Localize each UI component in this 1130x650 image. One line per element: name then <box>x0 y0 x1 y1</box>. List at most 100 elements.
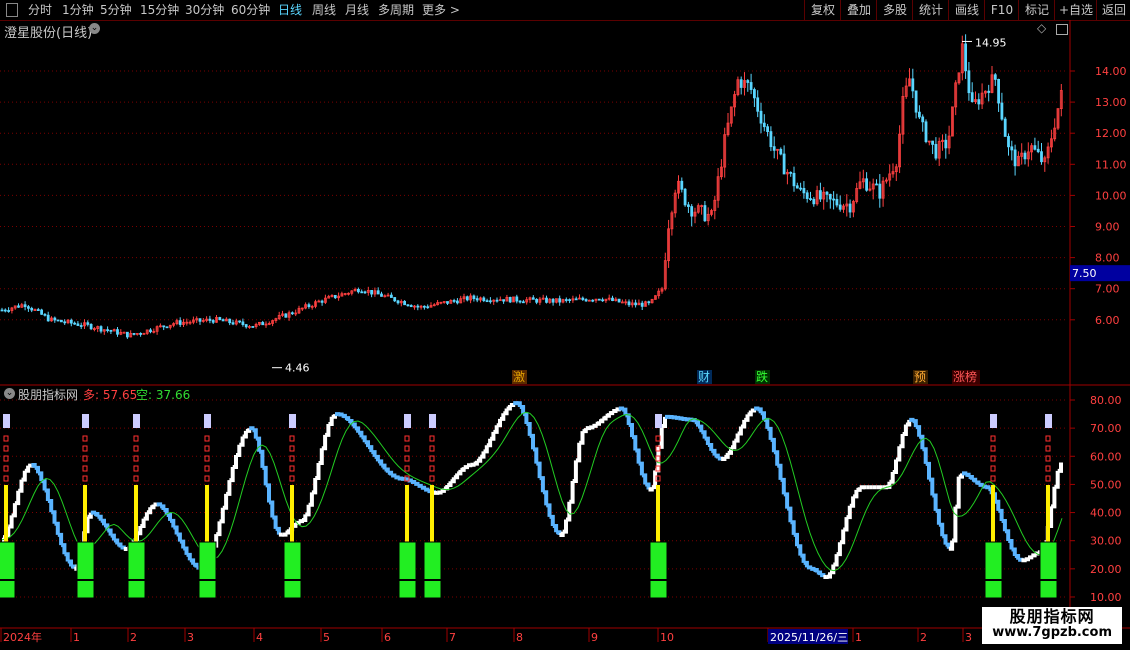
oscillator-step <box>490 431 496 441</box>
candle-body <box>782 153 786 175</box>
candle-body <box>142 333 146 335</box>
toolbar-button-1[interactable]: 叠加 <box>840 0 877 20</box>
period-tab-10[interactable]: 更多 > <box>422 2 460 18</box>
oscillator-step <box>806 565 813 570</box>
indicator-name: 股朋指标网 <box>18 388 79 402</box>
panel-toggle-icon[interactable] <box>6 3 18 17</box>
period-tab-3[interactable]: 15分钟 <box>140 2 179 18</box>
signal-green-block <box>649 541 668 599</box>
oscillator-step <box>384 467 390 473</box>
date-label-12: 1 <box>855 631 862 644</box>
oscillator-step <box>318 448 324 465</box>
candle-body <box>106 329 109 332</box>
candle-body <box>116 329 119 335</box>
period-tab-2[interactable]: 5分钟 <box>100 2 132 18</box>
candle-body <box>60 319 63 323</box>
period-tab-7[interactable]: 周线 <box>312 2 336 18</box>
candle-body <box>1007 136 1010 148</box>
candle-body <box>611 297 614 302</box>
candle-body <box>848 203 852 213</box>
date-label-7: 7 <box>449 631 456 644</box>
period-tab-1[interactable]: 1分钟 <box>62 2 94 18</box>
candle-body <box>987 90 991 93</box>
oscillator-step <box>285 529 291 535</box>
signal-cap-6 <box>429 414 436 428</box>
signal-dot <box>133 475 139 482</box>
oscillator-step <box>526 421 532 436</box>
oscillator-step <box>955 476 961 509</box>
candle-body <box>795 185 799 189</box>
toolbar-button-3[interactable]: 统计 <box>912 0 949 20</box>
toolbar-button-7[interactable]: +自选 <box>1054 0 1097 20</box>
candle-body <box>241 321 245 325</box>
oscillator-step <box>896 446 902 462</box>
candle-body <box>63 321 67 324</box>
oscillator-step <box>338 412 344 417</box>
date-label-10: 10 <box>660 631 674 644</box>
period-tab-5[interactable]: 60分钟 <box>231 2 270 18</box>
candle-body <box>551 298 555 303</box>
oscillator-step <box>1011 547 1017 557</box>
period-tab-4[interactable]: 30分钟 <box>185 2 224 18</box>
period-tab-9[interactable]: 多周期 <box>378 2 414 18</box>
oscillator-step <box>305 504 311 517</box>
oscillator-step <box>843 517 849 532</box>
toolbar-button-5[interactable]: F10 <box>984 0 1019 20</box>
oscillator-step <box>298 519 304 524</box>
candle-body <box>126 331 129 338</box>
oscillator-step <box>54 521 60 535</box>
oscillator-step <box>998 508 1004 521</box>
oscillator-step <box>179 539 186 549</box>
oscillator-step <box>123 547 130 552</box>
oscillator-step <box>754 406 760 411</box>
high-price-label: 14.95 <box>975 36 1007 49</box>
period-tab-8[interactable]: 月线 <box>345 2 369 18</box>
oscillator-step <box>1051 486 1057 509</box>
candle-body <box>244 324 248 328</box>
toolbar-button-4[interactable]: 画线 <box>948 0 985 20</box>
window-restore-icon[interactable] <box>1056 24 1068 35</box>
indicator-settings-icon[interactable]: ⌄ <box>4 388 15 399</box>
signal-dot <box>404 435 410 442</box>
candle-body <box>53 317 57 321</box>
candle-body <box>426 306 430 309</box>
oscillator-step <box>1008 539 1014 550</box>
candle-body <box>89 323 93 330</box>
period-tab-0[interactable]: 分时 <box>28 2 52 18</box>
toolbar-button-8[interactable]: 返回 <box>1096 0 1130 20</box>
price-tick-label: 8.00 <box>1095 252 1120 265</box>
signal-yellow-bar <box>405 485 409 545</box>
toolbar-button-0[interactable]: 复权 <box>804 0 841 20</box>
signal-green-block <box>984 541 1003 599</box>
signal-green-block <box>398 541 417 599</box>
oscillator-step <box>308 492 314 507</box>
toolbar-button-2[interactable]: 多股 <box>876 0 913 20</box>
oscillator-step <box>734 433 740 443</box>
chart-area[interactable]: 14.00 13.00 12.00 11.00 10.00 9.00 8.00 7.00 6.0… <box>0 20 1130 650</box>
signal-cap-9 <box>1045 414 1052 428</box>
oscillator-step <box>21 470 27 482</box>
toolbar-button-6[interactable]: 标记 <box>1018 0 1055 20</box>
oscillator-step <box>523 412 529 424</box>
period-tab-6[interactable]: 日线 <box>278 2 302 18</box>
candle-body <box>802 188 806 194</box>
oscillator-step <box>539 476 545 493</box>
oscillator-step <box>160 504 166 511</box>
price-tick-label: 12.00 <box>1095 127 1127 140</box>
oscillator-step <box>731 440 737 450</box>
signal-dot <box>289 475 295 482</box>
oscillator-step <box>120 545 126 550</box>
oscillator-step <box>721 456 727 461</box>
oscillator-step <box>945 542 951 549</box>
oscillator-step <box>87 512 93 519</box>
settings-circle-icon[interactable]: ⌄ <box>89 23 100 34</box>
oscillator-step <box>311 478 318 495</box>
oscillator-step <box>787 506 793 523</box>
signal-dot <box>133 435 139 442</box>
candle-body <box>333 294 337 299</box>
diamond-icon[interactable]: ◇ <box>1037 21 1046 35</box>
oscillator-step <box>1054 470 1060 489</box>
oscillator-step <box>750 408 757 413</box>
candle-body <box>931 140 934 145</box>
candle-body <box>924 121 928 143</box>
